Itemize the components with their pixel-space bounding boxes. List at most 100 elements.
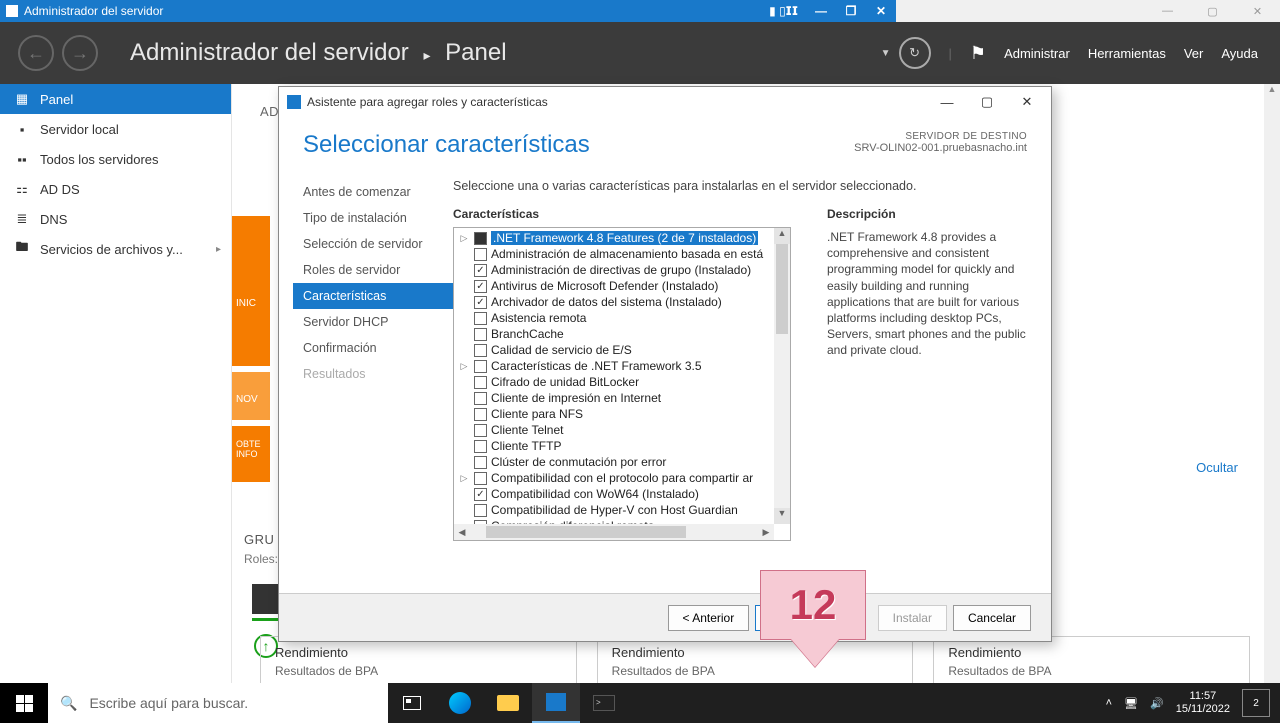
feature-row[interactable]: Cliente para NFS	[454, 406, 774, 422]
forward-button[interactable]: →	[62, 35, 98, 71]
back-button[interactable]: ←	[18, 35, 54, 71]
feature-checkbox[interactable]	[474, 424, 487, 437]
menu-manage[interactable]: Administrar	[1004, 46, 1070, 61]
nav-panel[interactable]: ▦Panel	[0, 84, 231, 114]
scroll-up-button[interactable]: ▲	[774, 228, 790, 244]
feature-checkbox[interactable]	[474, 232, 487, 245]
feature-row[interactable]: Calidad de servicio de E/S	[454, 342, 774, 358]
feature-checkbox[interactable]	[474, 296, 487, 309]
wizard-step[interactable]: Antes de comenzar	[293, 179, 453, 205]
expand-icon[interactable]: ▷	[458, 233, 470, 244]
wizard-step[interactable]: Servidor DHCP	[293, 309, 453, 335]
wizard-step[interactable]: Confirmación	[293, 335, 453, 361]
menu-view[interactable]: Ver	[1184, 46, 1204, 61]
outer-close-button[interactable]: ✕	[1235, 0, 1280, 22]
outer-maximize-button[interactable]: ▢	[1190, 0, 1235, 22]
cancel-button[interactable]: Cancelar	[953, 605, 1031, 631]
wizard-titlebar[interactable]: Asistente para agregar roles y caracterí…	[279, 87, 1051, 117]
feature-row[interactable]: Cliente TFTP	[454, 438, 774, 454]
scroll-up-button[interactable]: ▲	[1264, 84, 1280, 100]
feature-row[interactable]: ▷Características de .NET Framework 3.5	[454, 358, 774, 374]
outer-minimize-button[interactable]: —	[1145, 0, 1190, 22]
scroll-down-button[interactable]: ▼	[774, 508, 790, 524]
role-tile[interactable]: Rendimiento Resultados de BPA	[597, 636, 914, 687]
feature-checkbox[interactable]	[474, 408, 487, 421]
sm-close-button[interactable]: ✕	[866, 4, 896, 18]
breadcrumb-app[interactable]: Administrador del servidor	[130, 39, 409, 66]
feature-checkbox[interactable]	[474, 392, 487, 405]
taskbar-clock[interactable]: 11:57 15/11/2022	[1176, 690, 1230, 716]
notifications-button[interactable]: 2	[1242, 689, 1270, 717]
feature-row[interactable]: Archivador de datos del sistema (Instala…	[454, 294, 774, 310]
feature-checkbox[interactable]	[474, 328, 487, 341]
expand-icon[interactable]: ▷	[458, 361, 470, 372]
flag-icon[interactable]: ⚑	[970, 43, 986, 64]
feature-checkbox[interactable]	[474, 312, 487, 325]
wizard-close-button[interactable]: ✕	[1007, 88, 1047, 116]
start-button[interactable]	[0, 683, 48, 723]
breadcrumb-page[interactable]: Panel	[445, 39, 506, 66]
feature-checkbox[interactable]	[474, 376, 487, 389]
feature-checkbox[interactable]	[474, 456, 487, 469]
feature-checkbox[interactable]	[474, 488, 487, 501]
feature-row[interactable]: Compatibilidad de Hyper-V con Host Guard…	[454, 502, 774, 518]
feature-checkbox[interactable]	[474, 280, 487, 293]
install-button[interactable]: Instalar	[878, 605, 947, 631]
taskbar-server-manager[interactable]	[532, 683, 580, 723]
feature-row[interactable]: Administración de directivas de grupo (I…	[454, 262, 774, 278]
wizard-step[interactable]: Características	[293, 283, 453, 309]
scroll-left-button[interactable]: ◀	[454, 527, 470, 538]
feature-checkbox[interactable]	[474, 360, 487, 373]
scroll-thumb[interactable]	[776, 244, 788, 334]
sm-maximize-button[interactable]: ❐	[836, 4, 866, 18]
dropdown-icon[interactable]: ▼	[881, 48, 891, 59]
horizontal-scrollbar[interactable]: ◀ ▶	[454, 524, 774, 540]
feature-checkbox[interactable]	[474, 264, 487, 277]
feature-row[interactable]: Cliente de impresión en Internet	[454, 390, 774, 406]
feature-row[interactable]: BranchCache	[454, 326, 774, 342]
hscroll-thumb[interactable]	[486, 526, 686, 538]
wizard-minimize-button[interactable]: —	[927, 88, 967, 116]
previous-button[interactable]: < Anterior	[668, 605, 750, 631]
expand-icon[interactable]: ▷	[458, 473, 470, 484]
feature-row[interactable]: Administración de almacenamiento basada …	[454, 246, 774, 262]
nav-local-server[interactable]: ▪Servidor local	[0, 114, 231, 144]
taskbar-search[interactable]: 🔍 Escribe aquí para buscar.	[48, 683, 388, 723]
tray-volume-icon[interactable]: 🔊	[1150, 697, 1164, 710]
feature-checkbox[interactable]	[474, 248, 487, 261]
taskbar-explorer[interactable]	[484, 683, 532, 723]
next-button[interactable]: Siguiente >	[755, 605, 845, 631]
tray-display-icon[interactable]: 🖥	[1124, 697, 1138, 710]
vertical-scrollbar[interactable]: ▲ ▼	[774, 228, 790, 524]
feature-row[interactable]: Clúster de conmutación por error	[454, 454, 774, 470]
tray-overflow-icon[interactable]: ˄	[1106, 697, 1112, 709]
feature-checkbox[interactable]	[474, 472, 487, 485]
features-listbox[interactable]: ▷.NET Framework 4.8 Features (2 de 7 ins…	[453, 227, 791, 541]
feature-row[interactable]: ▷.NET Framework 4.8 Features (2 de 7 ins…	[454, 230, 774, 246]
refresh-button[interactable]: ↻	[899, 37, 931, 69]
menu-help[interactable]: Ayuda	[1221, 46, 1258, 61]
feature-row[interactable]: Antivirus de Microsoft Defender (Instala…	[454, 278, 774, 294]
feature-row[interactable]: Asistencia remota	[454, 310, 774, 326]
role-tile[interactable]: Rendimiento Resultados de BPA	[260, 636, 577, 687]
feature-row[interactable]: Cliente Telnet	[454, 422, 774, 438]
sm-minimize-button[interactable]: —	[806, 4, 836, 18]
menu-tools[interactable]: Herramientas	[1088, 46, 1166, 61]
taskbar-cmd[interactable]: >	[580, 683, 628, 723]
scroll-right-button[interactable]: ▶	[758, 527, 774, 538]
feature-checkbox[interactable]	[474, 440, 487, 453]
hide-link[interactable]: Ocultar	[1196, 460, 1238, 475]
nav-all-servers[interactable]: ▪▪Todos los servidores	[0, 144, 231, 174]
taskbar-edge[interactable]	[436, 683, 484, 723]
wizard-step[interactable]: Selección de servidor	[293, 231, 453, 257]
task-view-button[interactable]	[388, 683, 436, 723]
main-vertical-scrollbar[interactable]: ▲	[1264, 84, 1280, 683]
nav-ad-ds[interactable]: ⚏AD DS	[0, 174, 231, 204]
feature-row[interactable]: Cifrado de unidad BitLocker	[454, 374, 774, 390]
nav-file-services[interactable]: 🖿Servicios de archivos y...▸	[0, 234, 231, 264]
nav-dns[interactable]: ≣DNS	[0, 204, 231, 234]
wizard-maximize-button[interactable]: ▢	[967, 88, 1007, 116]
wizard-step[interactable]: Tipo de instalación	[293, 205, 453, 231]
role-tile[interactable]: Rendimiento Resultados de BPA	[933, 636, 1250, 687]
wizard-step[interactable]: Roles de servidor	[293, 257, 453, 283]
